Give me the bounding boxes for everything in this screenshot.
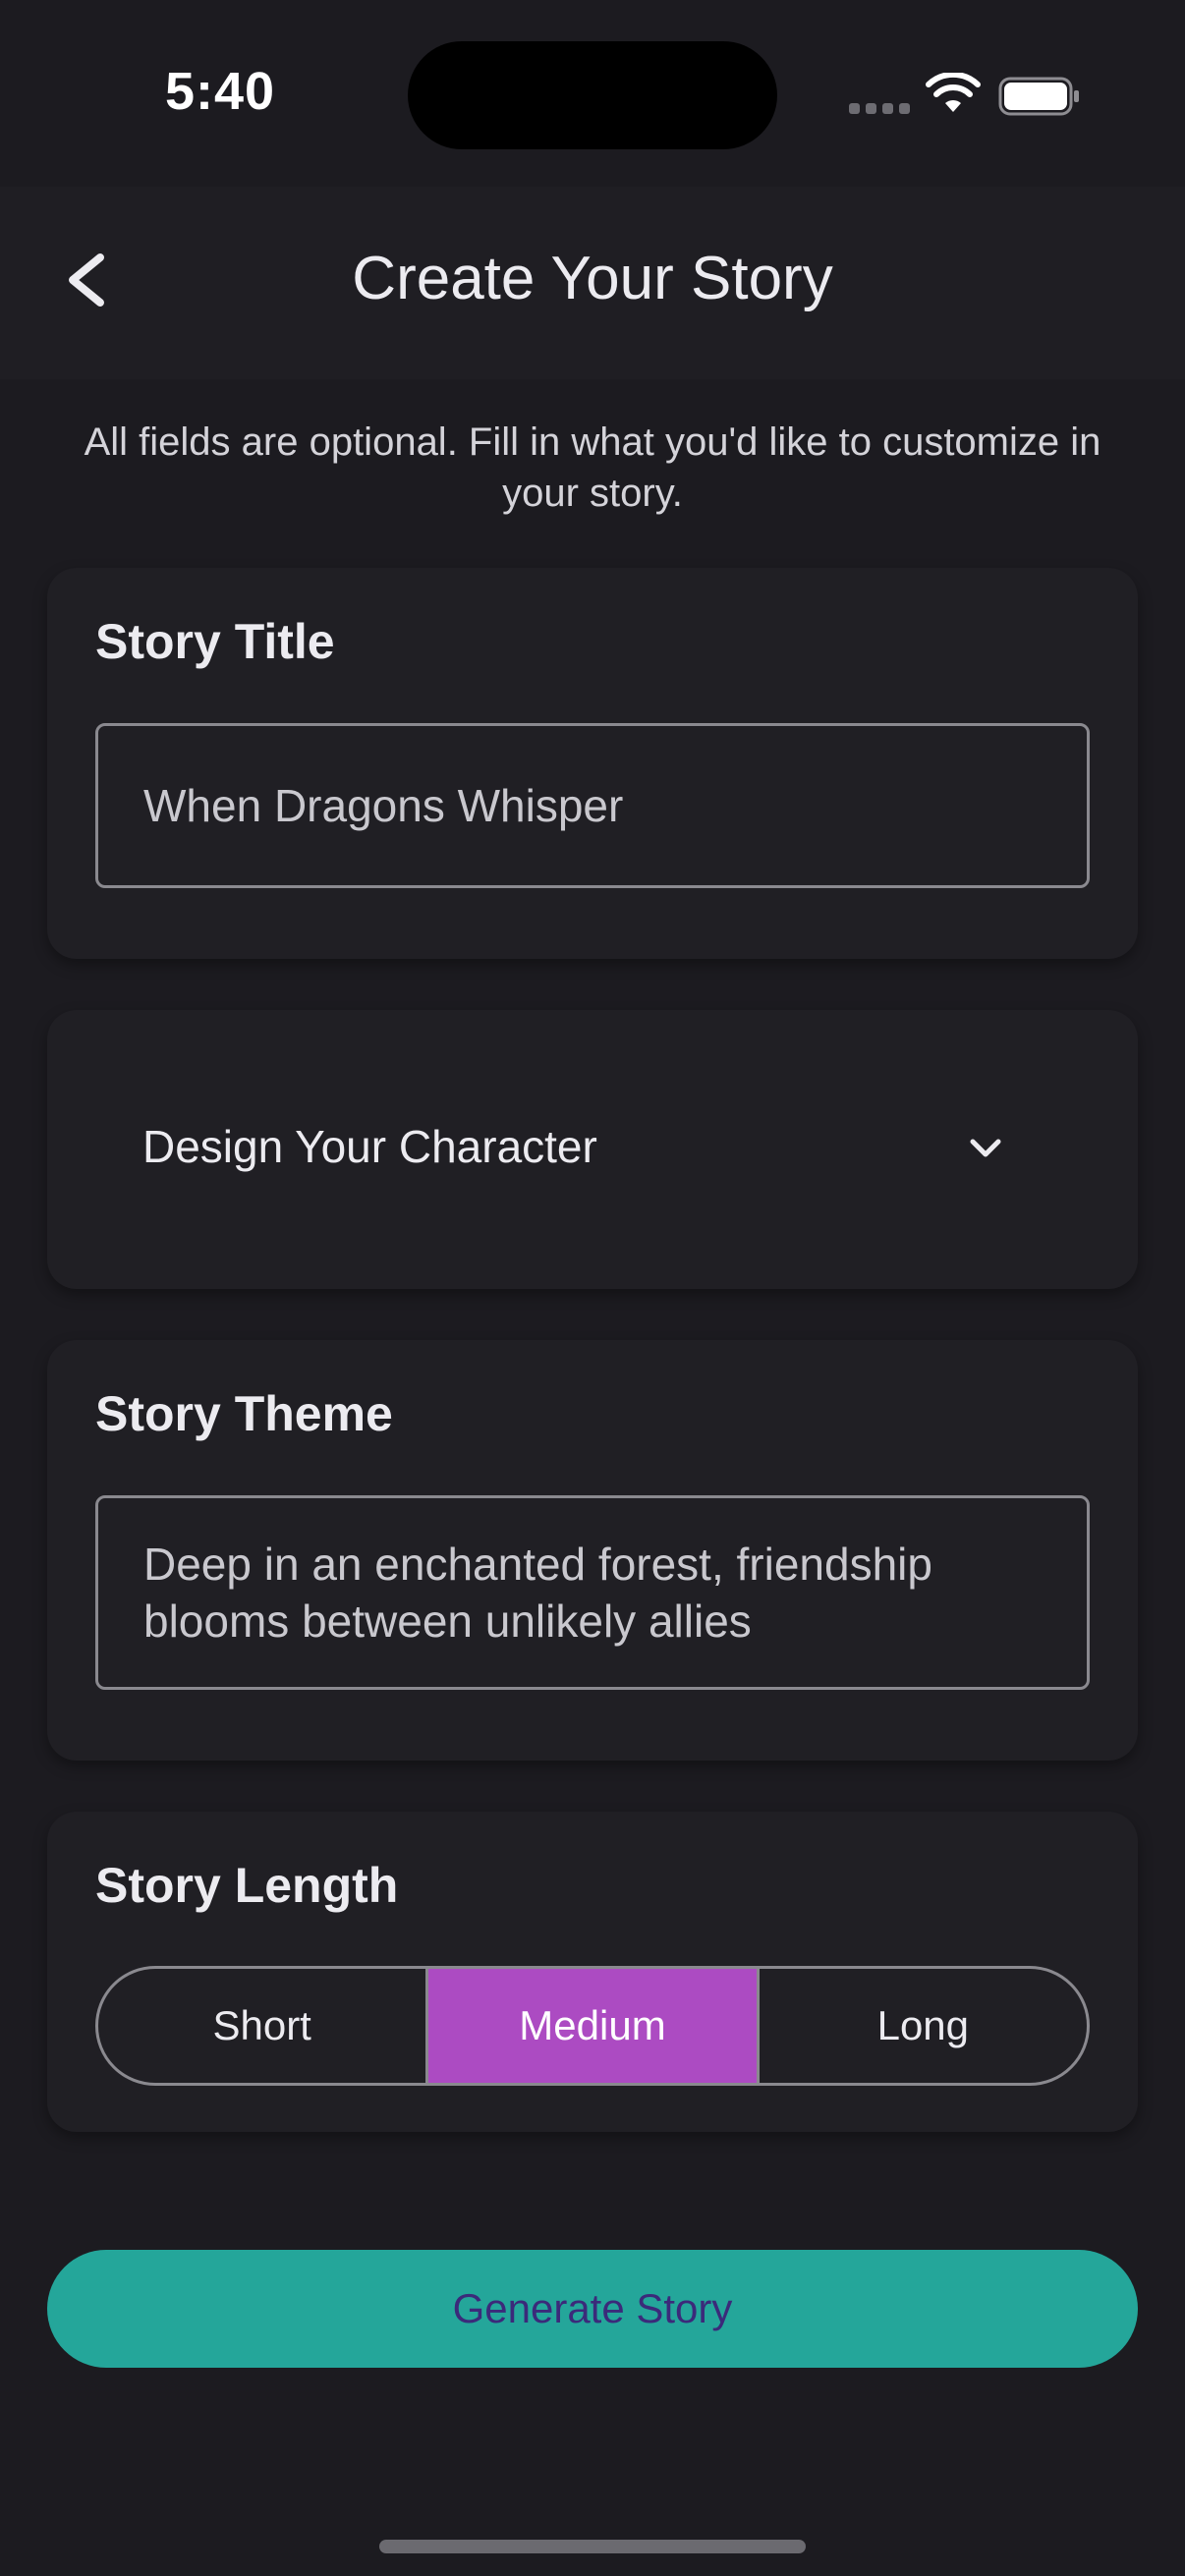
signal-icon (849, 103, 910, 114)
dynamic-island (408, 41, 777, 149)
status-bar: 5:40 (0, 0, 1185, 187)
chevron-down-icon[interactable] (961, 1123, 1010, 1172)
design-character-label: Design Your Character (142, 1121, 597, 1172)
story-length-segmented-control: Short Medium Long (95, 1966, 1090, 2086)
story-title-input[interactable]: When Dragons Whisper (95, 723, 1090, 888)
story-title-card: Story Title When Dragons Whisper (47, 568, 1138, 959)
length-option-short[interactable]: Short (98, 1969, 425, 2083)
story-theme-input[interactable]: Deep in an enchanted forest, friendship … (95, 1495, 1090, 1690)
story-theme-heading: Story Theme (95, 1386, 393, 1441)
page-title: Create Your Story (352, 245, 833, 312)
story-theme-card: Story Theme Deep in an enchanted forest,… (47, 1340, 1138, 1761)
length-option-medium[interactable]: Medium (425, 1969, 757, 2083)
home-indicator (379, 2540, 806, 2553)
battery-icon (998, 77, 1079, 116)
story-length-card: Story Length Short Medium Long (47, 1812, 1138, 2132)
navigation-header: Create Your Story (0, 187, 1185, 379)
form-instructions: All fields are optional. Fill in what yo… (84, 420, 1101, 515)
generate-story-button[interactable]: Generate Story (47, 2250, 1138, 2368)
status-time: 5:40 (165, 62, 276, 121)
story-title-heading: Story Title (95, 614, 335, 669)
wifi-icon (926, 73, 981, 112)
story-length-heading: Story Length (95, 1858, 399, 1913)
design-character-dropdown[interactable]: Design Your Character (47, 1010, 1138, 1289)
length-option-long[interactable]: Long (756, 1969, 1087, 2083)
